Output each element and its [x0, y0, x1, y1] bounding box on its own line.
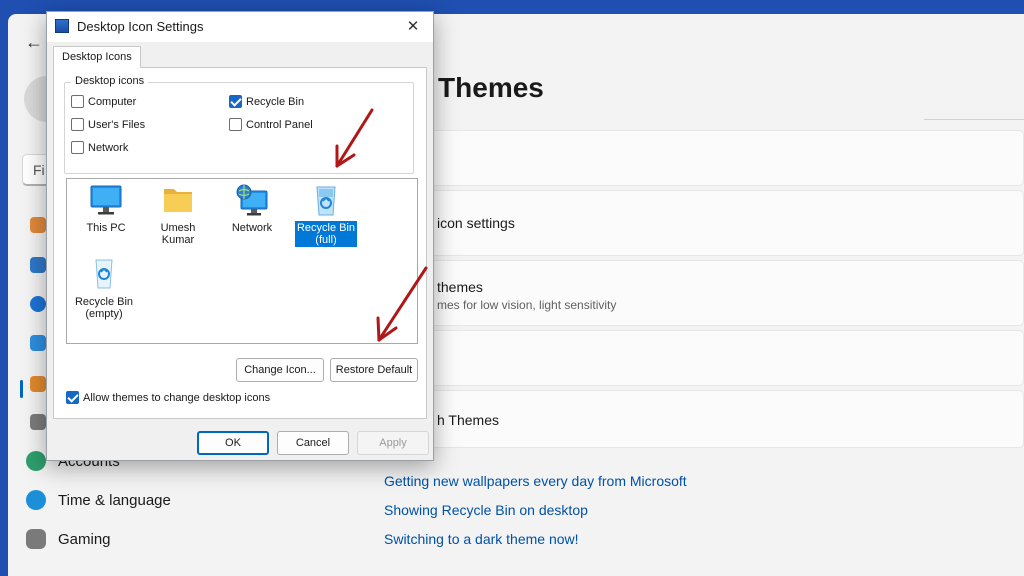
sidebar-item-time-language[interactable]: Time & language	[26, 482, 171, 518]
card-subtitle: mes for low vision, light sensitivity	[437, 298, 617, 312]
tile-label: Umesh Kumar	[160, 222, 196, 246]
desktop-icons-group: Desktop icons Computer Recycle Bin User'…	[64, 75, 414, 174]
system-icon[interactable]	[30, 257, 46, 273]
restore-default-button[interactable]: Restore Default	[330, 358, 418, 382]
gamepad-icon	[26, 529, 46, 549]
paintbrush-icon[interactable]	[30, 376, 46, 392]
checkbox-box[interactable]	[229, 118, 242, 131]
checkbox-box-checked[interactable]	[229, 95, 242, 108]
desktop-icon-settings-dialog: Desktop Icon Settings ✕ Desktop Icons De…	[46, 11, 434, 461]
page-title: Themes	[438, 72, 544, 103]
card-title: themes	[437, 279, 483, 295]
network-globe-icon	[234, 183, 270, 217]
tile-label: This PC	[86, 222, 126, 234]
top-search-field[interactable]	[924, 98, 1024, 120]
sidebar-item-label: Time & language	[58, 491, 171, 509]
checkbox-network[interactable]: Network	[71, 141, 128, 154]
checkbox-allow-themes[interactable]: Allow themes to change desktop icons	[66, 391, 270, 404]
wifi-icon[interactable]	[30, 335, 46, 351]
group-label: Desktop icons	[71, 75, 149, 87]
icon-list: This PC Umesh Kumar Network Recycle Bin …	[66, 178, 418, 344]
apply-button[interactable]: Apply	[357, 431, 429, 455]
checkbox-label: User's Files	[88, 118, 146, 131]
sidebar-item-gaming[interactable]: Gaming	[26, 521, 111, 557]
desktop-settings-icon	[55, 19, 69, 33]
bluetooth-icon[interactable]	[30, 296, 46, 312]
tile-label-line1: Recycle Bin	[74, 296, 134, 308]
related-link-dark-theme[interactable]: Switching to a dark theme now!	[384, 531, 579, 547]
checkbox-label: Recycle Bin	[246, 95, 305, 108]
checkbox-control-panel[interactable]: Control Panel	[229, 118, 313, 131]
nav-selection-indicator	[20, 380, 23, 398]
dialog-title: Desktop Icon Settings	[77, 19, 204, 34]
home-icon[interactable]	[30, 217, 46, 233]
card-title: h Themes	[437, 412, 499, 428]
checkbox-recycle-bin[interactable]: Recycle Bin	[229, 95, 304, 108]
card-title: icon settings	[437, 215, 515, 231]
checkbox-label: Computer	[88, 95, 137, 108]
checkbox-label: Control Panel	[246, 118, 313, 131]
checkbox-label: Network	[88, 141, 129, 154]
recycle-bin-empty-icon	[86, 257, 122, 291]
icon-tile-this-pc[interactable]: This PC	[71, 183, 141, 235]
cancel-button[interactable]: Cancel	[277, 431, 349, 455]
tile-label-line1: Recycle Bin	[296, 222, 356, 234]
icon-tile-network[interactable]: Network	[217, 183, 287, 235]
tab-panel: Desktop icons Computer Recycle Bin User'…	[53, 67, 427, 419]
dialog-title-bar[interactable]: Desktop Icon Settings ✕	[47, 12, 433, 42]
back-arrow-icon[interactable]: ←	[20, 28, 48, 56]
change-icon-button[interactable]: Change Icon...	[236, 358, 324, 382]
accounts-icon	[26, 451, 46, 471]
tile-label: Recycle Bin (empty)	[73, 295, 135, 321]
tile-label-line2: (empty)	[85, 308, 123, 320]
checkbox-box[interactable]	[71, 95, 84, 108]
icon-tile-recycle-bin-full[interactable]: Recycle Bin (full)	[291, 183, 361, 247]
checkbox-box-checked[interactable]	[66, 391, 79, 404]
checkbox-label: Allow themes to change desktop icons	[83, 391, 271, 404]
icon-tile-recycle-bin-empty[interactable]: Recycle Bin (empty)	[69, 257, 139, 321]
apps-icon[interactable]	[30, 414, 46, 430]
tile-label-line2: (full)	[315, 234, 337, 246]
checkbox-box[interactable]	[71, 118, 84, 131]
sidebar-item-label: Gaming	[58, 530, 111, 548]
related-link-wallpapers[interactable]: Getting new wallpapers every day from Mi…	[384, 473, 687, 489]
tile-label: Network	[231, 222, 273, 234]
related-link-recycle-bin[interactable]: Showing Recycle Bin on desktop	[384, 502, 588, 518]
monitor-icon	[88, 183, 124, 217]
ok-button[interactable]: OK	[197, 431, 269, 455]
folder-icon	[160, 183, 196, 217]
recycle-bin-full-icon	[308, 183, 344, 217]
checkbox-box[interactable]	[71, 141, 84, 154]
checkbox-computer[interactable]: Computer	[71, 95, 136, 108]
close-icon[interactable]: ✕	[393, 12, 433, 42]
checkbox-users-files[interactable]: User's Files	[71, 118, 145, 131]
globe-clock-icon	[26, 490, 46, 510]
icon-tile-user-folder[interactable]: Umesh Kumar	[143, 183, 213, 247]
tab-desktop-icons[interactable]: Desktop Icons	[53, 46, 141, 68]
tile-label: Recycle Bin (full)	[294, 221, 358, 247]
